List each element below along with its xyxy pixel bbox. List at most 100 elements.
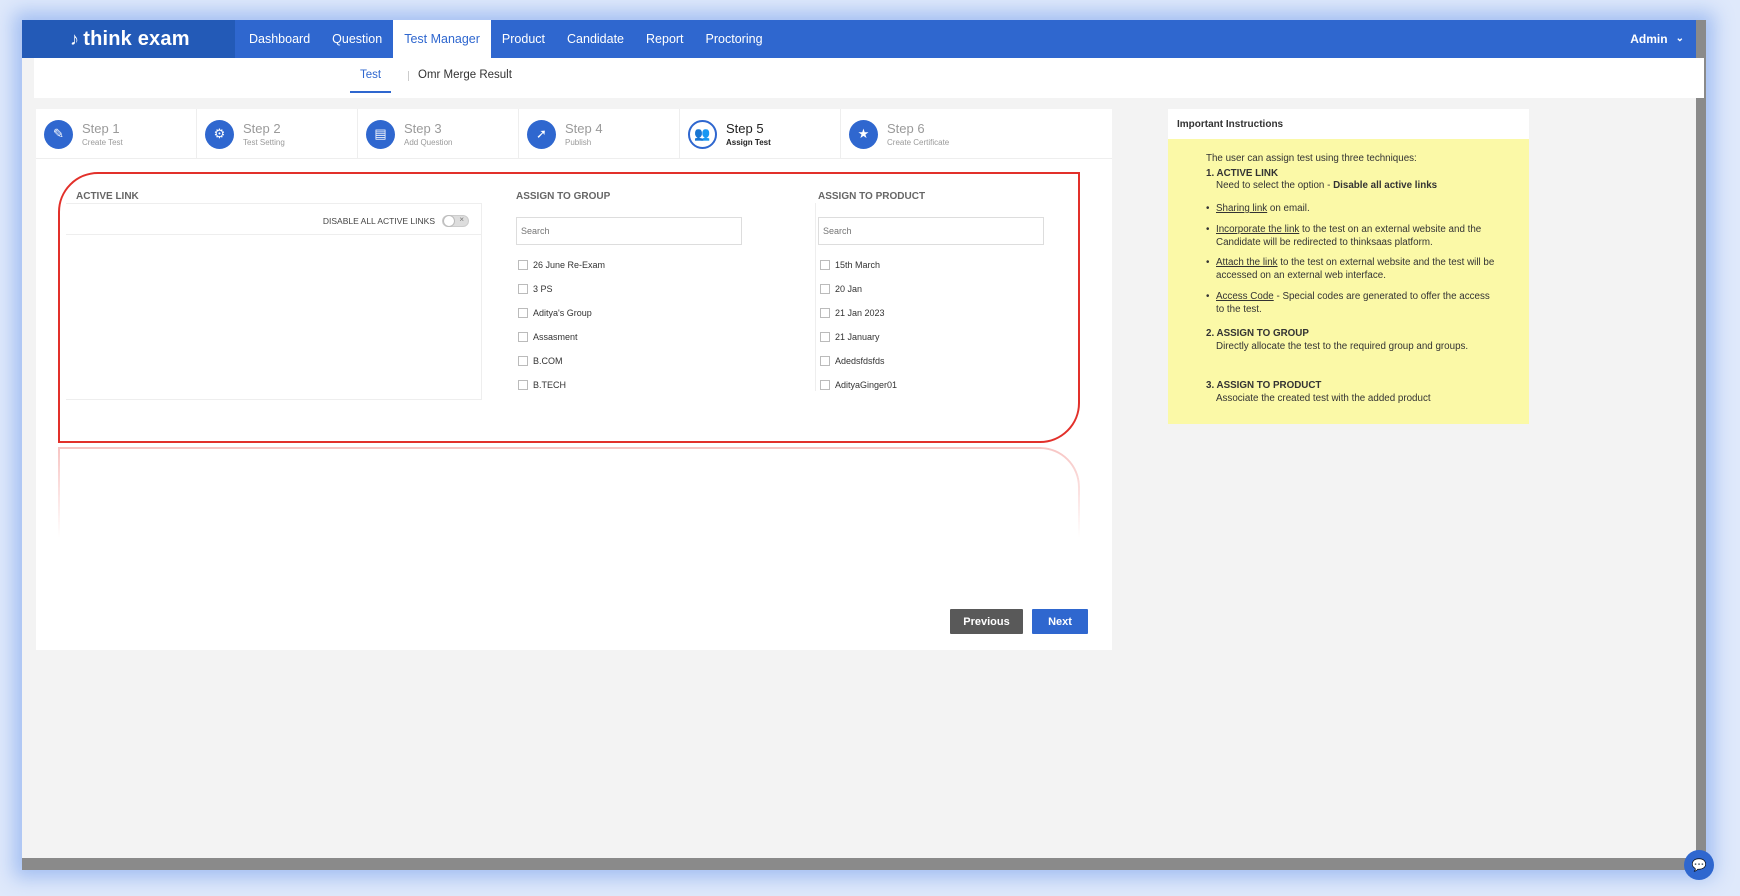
gear-icon: ⚙ [205, 119, 234, 149]
checkbox[interactable] [518, 308, 528, 318]
item-label: 15th March [835, 260, 881, 270]
checkbox[interactable] [518, 260, 528, 270]
item-label: AdityaGinger01 [835, 380, 898, 390]
step-subtitle: Test Setting [243, 138, 285, 147]
nav-report[interactable]: Report [635, 20, 695, 58]
checkbox[interactable] [820, 284, 830, 294]
step-title: Step 5 [726, 121, 764, 136]
step-6[interactable]: ★ Step 6 Create Certificate [841, 109, 1002, 159]
section-title: 2. ASSIGN TO GROUP [1206, 328, 1309, 340]
checkbox[interactable] [820, 356, 830, 366]
assign-test-card: ✎ Step 1 Create Test ⚙ Step 2 Test Setti… [36, 109, 1112, 650]
section-text: Associate the created test with the adde… [1216, 392, 1431, 404]
instructions-panel: Important Instructions The user can assi… [1168, 109, 1529, 424]
chat-icon[interactable]: 💬 [1684, 850, 1714, 880]
document-icon: ▤ [366, 119, 395, 149]
assign-product-title: ASSIGN TO PRODUCT [818, 191, 926, 202]
rocket-icon: ➚ [527, 119, 556, 149]
users-icon: 👥 [688, 119, 717, 149]
list-item[interactable]: B.COM [518, 349, 605, 373]
divider [66, 234, 481, 235]
active-link-panel: DISABLE ALL ACTIVE LINKS × [66, 203, 482, 400]
step-subtitle: Create Certificate [887, 138, 950, 147]
checkbox[interactable] [518, 380, 528, 390]
step-1[interactable]: ✎ Step 1 Create Test [36, 109, 197, 159]
step-3[interactable]: ▤ Step 3 Add Question [358, 109, 519, 159]
section-active-link-text: Need to select the option - Disable all … [1206, 180, 1529, 193]
section-assign-product: 3. ASSIGN TO PRODUCT Associate the creat… [1206, 380, 1529, 405]
close-icon: × [459, 215, 464, 224]
list-item[interactable]: 20 Jan [820, 277, 897, 301]
wizard-steps: ✎ Step 1 Create Test ⚙ Step 2 Test Setti… [36, 109, 1112, 159]
step-subtitle: Publish [565, 138, 592, 147]
nav-dashboard[interactable]: Dashboard [238, 20, 321, 58]
subtab-divider [408, 71, 409, 81]
main-nav: Dashboard Question Test Manager Product … [238, 20, 774, 58]
checkbox[interactable] [518, 332, 528, 342]
checkbox[interactable] [820, 308, 830, 318]
nav-proctoring[interactable]: Proctoring [695, 20, 774, 58]
step-4[interactable]: ➚ Step 4 Publish [519, 109, 680, 159]
app-window: ♪ think exam Dashboard Question Test Man… [22, 20, 1706, 870]
product-list: 15th March 20 Jan 21 Jan 2023 21 January… [820, 253, 897, 391]
next-button[interactable]: Next [1032, 609, 1088, 634]
user-menu[interactable]: Admin ⌄ [1630, 20, 1684, 58]
list-item[interactable]: B.TECH [518, 373, 605, 391]
step-title: Step 3 [404, 121, 442, 136]
previous-button[interactable]: Previous [950, 609, 1023, 634]
divider [815, 203, 816, 391]
toggle-knob [443, 215, 455, 227]
section-assign-group: 2. ASSIGN TO GROUP Directly allocate the… [1206, 328, 1529, 353]
top-navbar: ♪ think exam Dashboard Question Test Man… [22, 20, 1696, 58]
highlight-reflection [58, 447, 1080, 537]
disable-all-links-toggle[interactable]: × [442, 215, 469, 227]
checkbox[interactable] [820, 260, 830, 270]
list-item[interactable]: 21 January [820, 325, 897, 349]
step-subtitle: Create Test [82, 138, 123, 147]
group-search-input[interactable] [516, 217, 742, 245]
list-item[interactable]: Aditya's Group [518, 301, 605, 325]
active-link-bullets: Sharing link on email. Incorporate the l… [1206, 203, 1529, 316]
subtab-test[interactable]: Test [350, 58, 392, 93]
product-search-input[interactable] [818, 217, 1044, 245]
list-item[interactable]: 21 Jan 2023 [820, 301, 897, 325]
checkbox[interactable] [820, 380, 830, 390]
list-item[interactable]: Adedsfdsfds [820, 349, 897, 373]
step-subtitle: Add Question [404, 138, 453, 147]
nav-product[interactable]: Product [491, 20, 556, 58]
checkbox[interactable] [820, 332, 830, 342]
list-item[interactable]: 15th March [820, 253, 897, 277]
step-title: Step 1 [82, 121, 120, 136]
item-label: Adedsfdsfds [835, 356, 885, 366]
checkbox[interactable] [518, 356, 528, 366]
bullet-access-code: Access Code - Special codes are generate… [1206, 291, 1496, 316]
section-active-link-title: 1. ACTIVE LINK [1206, 167, 1279, 179]
nav-test-manager[interactable]: Test Manager [393, 20, 491, 58]
list-item[interactable]: 3 PS [518, 277, 605, 301]
item-label: 26 June Re-Exam [533, 260, 606, 270]
nav-question[interactable]: Question [321, 20, 393, 58]
list-item[interactable]: 26 June Re-Exam [518, 253, 605, 277]
underlined-text: Incorporate the link [1216, 223, 1300, 235]
item-label: 20 Jan [835, 284, 863, 294]
step-title: Step 6 [887, 121, 925, 136]
text: Need to select the option - [1216, 180, 1334, 192]
active-link-title: ACTIVE LINK [76, 191, 139, 202]
step-5[interactable]: 👥 Step 5 Assign Test [680, 109, 841, 159]
list-item[interactable]: AdityaGinger01 [820, 373, 897, 391]
logo[interactable]: ♪ think exam [22, 20, 235, 58]
assign-product-panel: 15th March 20 Jan 21 Jan 2023 21 January… [818, 203, 1118, 391]
subtab-omr-merge-result[interactable]: Omr Merge Result [418, 58, 512, 92]
nav-candidate[interactable]: Candidate [556, 20, 635, 58]
section-title: 3. ASSIGN TO PRODUCT [1206, 379, 1322, 391]
underlined-text: Attach the link [1216, 257, 1278, 269]
list-item[interactable]: Assasment [518, 325, 605, 349]
sub-navbar: Test Omr Merge Result [34, 58, 1704, 98]
divider [66, 203, 481, 204]
section-text: Directly allocate the test to the requir… [1216, 341, 1469, 353]
checkbox[interactable] [518, 284, 528, 294]
logo-text: think exam [83, 27, 190, 50]
instructions-body: The user can assign test using three tec… [1168, 139, 1529, 424]
user-name: Admin [1630, 32, 1668, 46]
step-2[interactable]: ⚙ Step 2 Test Setting [197, 109, 358, 159]
